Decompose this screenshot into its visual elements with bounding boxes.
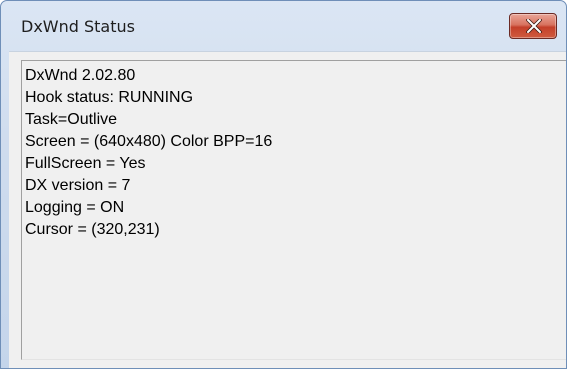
status-text-box[interactable]: DxWnd 2.02.80 Hook status: RUNNING Task=… (21, 60, 566, 360)
close-button[interactable] (509, 13, 557, 39)
fullscreen-line: FullScreen = Yes (25, 155, 146, 172)
task-line: Task=Outlive (25, 111, 118, 128)
client-area: DxWnd 2.02.80 Hook status: RUNNING Task=… (9, 51, 566, 368)
hook-status-line: Hook status: RUNNING (25, 89, 194, 106)
window-title: DxWnd Status (21, 17, 135, 36)
cursor-line: Cursor = (320,231) (25, 221, 160, 238)
title-bar[interactable]: DxWnd Status (1, 1, 566, 49)
close-icon (526, 19, 542, 33)
version-line: DxWnd 2.02.80 (25, 67, 136, 84)
logging-line: Logging = ON (25, 199, 125, 216)
dx-version-line: DX version = 7 (25, 177, 131, 194)
dxwnd-status-window: DxWnd Status DxWnd 2.02.80 Hook status: … (0, 0, 567, 369)
screen-line: Screen = (640x480) Color BPP=16 (25, 133, 273, 150)
